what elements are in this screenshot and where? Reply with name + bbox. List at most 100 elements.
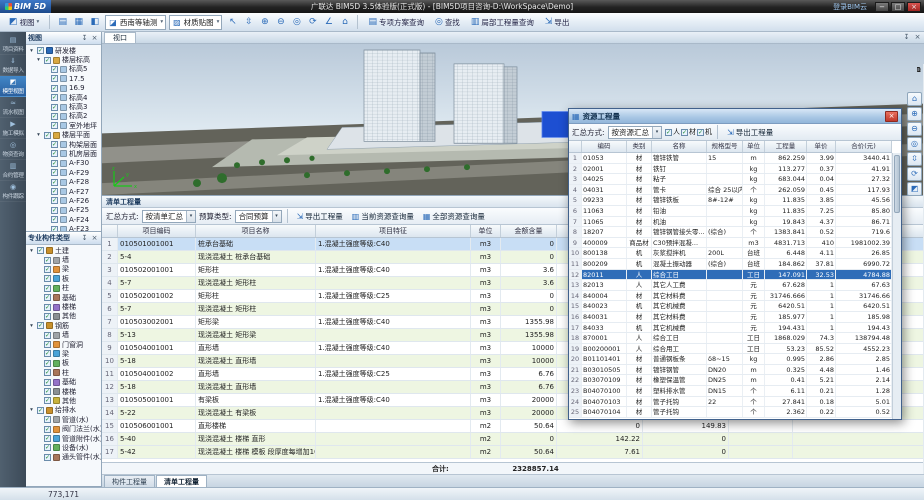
section-box-icon[interactable]: ◧	[87, 15, 102, 30]
resource-column-规格型号[interactable]: 规格型号	[707, 141, 743, 152]
resource-row[interactable]: 711065材机油kg19.8434.3786.71	[569, 217, 892, 228]
minimize-button[interactable]: −	[875, 2, 889, 12]
viewport-pin-icon[interactable]: ↧	[902, 33, 911, 42]
type-leaf-管道附件(水)[interactable]: ✓管道附件(水)	[26, 434, 101, 443]
type-leaf-通头管件(水)[interactable]: ✓通头管件(水)	[26, 453, 101, 462]
tree-leaf-16.9[interactable]: ✓16.9	[26, 84, 101, 93]
summary-mode-select[interactable]: 按清单汇总 ▾	[142, 210, 197, 223]
pan-icon[interactable]: ⇳	[907, 152, 922, 166]
zoom-in-icon[interactable]: ⊕	[907, 107, 922, 121]
resource-row[interactable]: 1784033机其它机械费元194.4311194.43	[569, 323, 892, 334]
resource-column-编码[interactable]: 编码	[582, 141, 627, 152]
checkbox[interactable]: ✓	[37, 47, 44, 54]
checkbox[interactable]: ✓	[51, 75, 58, 82]
tree-leaf-室外地坪[interactable]: ✓室外地坪	[26, 121, 101, 130]
tree-leaf-标高3[interactable]: ✓标高3	[26, 102, 101, 111]
resource-row[interactable]: 818207材镀锌钢管接头零...(综合)个1383.8410.52719.6	[569, 227, 892, 238]
checkbox[interactable]: ✓	[44, 416, 51, 423]
checkbox[interactable]: ✓	[44, 397, 51, 404]
resource-summary-select[interactable]: 按资源汇总 ▾	[608, 126, 663, 139]
checkbox[interactable]: ✓	[44, 341, 51, 348]
checkbox[interactable]: ✓	[44, 275, 51, 282]
module-tab-项目资料[interactable]: ▤项目资料	[0, 34, 26, 55]
checkbox[interactable]: ✓	[51, 85, 58, 92]
tree-leaf-标高4[interactable]: ✓标高4	[26, 93, 101, 102]
tree-leaf-A-F23[interactable]: ✓A-F23	[26, 224, 101, 231]
resource-row[interactable]: 16840031材其它材料费元185.9771185.98	[569, 312, 892, 323]
checkbox[interactable]: ✓	[51, 197, 58, 204]
collapse-icon[interactable]: ▾	[28, 407, 35, 413]
close-icon[interactable]: ×	[90, 34, 99, 43]
special-scheme-query-button[interactable]: ▤专项方案查询	[363, 15, 429, 30]
close-button[interactable]: ×	[907, 2, 921, 12]
collapse-icon[interactable]: ▾	[35, 132, 42, 138]
home-view-icon[interactable]: ⌂	[337, 15, 352, 30]
type-leaf-其他[interactable]: ✓其他	[26, 312, 101, 321]
checkbox[interactable]: ✓	[44, 304, 51, 311]
tab-构件工程量[interactable]: 构件工程量	[104, 475, 155, 487]
module-tab-模型视图[interactable]: ◩模型视图	[0, 76, 26, 97]
resource-column-类别[interactable]: 类别	[627, 141, 652, 152]
resource-row[interactable]: 304025材粘子kg683.0440.0427.32	[569, 174, 892, 185]
resource-column-单位[interactable]: 单位	[743, 141, 765, 152]
pin-icon[interactable]: ↧	[80, 34, 89, 43]
resource-column-名称[interactable]: 名称	[652, 141, 707, 152]
type-leaf-梁[interactable]: ✓梁	[26, 265, 101, 274]
module-tab-合约管理[interactable]: ▥合约管理	[0, 160, 26, 181]
resource-row[interactable]: 21B03010505材镀锌钢管DN20m0.3254.481.46	[569, 365, 892, 376]
checkbox[interactable]: ✓	[697, 129, 704, 136]
tree-leaf-17.5[interactable]: ✓17.5	[26, 74, 101, 83]
tree-leaf-A-F27[interactable]: ✓A-F27	[26, 187, 101, 196]
module-tab-物资查询[interactable]: ◎物资查询	[0, 139, 26, 160]
type-leaf-楼梯[interactable]: ✓楼梯	[26, 387, 101, 396]
orbit-icon[interactable]: ⟳	[305, 15, 320, 30]
filter-机[interactable]: ✓机	[697, 127, 712, 137]
view-angle-dropdown[interactable]: ◪ 西南等轴测 ▾	[105, 15, 166, 30]
type-leaf-基础[interactable]: ✓基础	[26, 293, 101, 302]
checkbox[interactable]: ✓	[51, 226, 58, 231]
checkbox[interactable]: ✓	[37, 407, 44, 414]
resource-column-工程量[interactable]: 工程量	[765, 141, 807, 152]
export-button[interactable]: ⇲导出	[540, 15, 575, 30]
type-leaf-管道(水)[interactable]: ✓管道(水)	[26, 415, 101, 424]
tree-leaf-标高2[interactable]: ✓标高2	[26, 112, 101, 121]
resource-row[interactable]: 14840004材其它材料费元31746.666131746.66	[569, 291, 892, 302]
close-icon[interactable]: ×	[90, 234, 99, 243]
type-leaf-柱[interactable]: ✓柱	[26, 284, 101, 293]
type-leaf-楼梯[interactable]: ✓楼梯	[26, 302, 101, 311]
type-leaf-设备(水)[interactable]: ✓设备(水)	[26, 443, 101, 452]
checkbox[interactable]: ✓	[51, 66, 58, 73]
checkbox[interactable]: ✓	[44, 369, 51, 376]
type-group-土建[interactable]: ▾✓土建	[26, 246, 101, 255]
checkbox[interactable]: ✓	[44, 257, 51, 264]
checkbox[interactable]: ✓	[44, 379, 51, 386]
checkbox[interactable]: ✓	[44, 388, 51, 395]
scrollbar-thumb[interactable]	[894, 155, 900, 213]
resource-row[interactable]: 509233材镀锌铁板8#-12#kg11.8353.8545.56	[569, 195, 892, 206]
checkbox[interactable]: ✓	[44, 294, 51, 301]
resource-column-单价[interactable]: 单价	[807, 141, 836, 152]
checkbox[interactable]: ✓	[44, 426, 51, 433]
resource-row[interactable]: 20B01101401材普通钢板条δ8~15kg0.9952.862.85	[569, 354, 892, 365]
select-icon[interactable]: ↖	[225, 15, 240, 30]
local-quantity-query-button[interactable]: ▥局部工程量查询	[466, 15, 539, 30]
tree-leaf-A-F25[interactable]: ✓A-F25	[26, 206, 101, 215]
orbit-icon[interactable]: ⟳	[907, 167, 922, 181]
checkbox[interactable]: ✓	[51, 169, 58, 176]
checkbox[interactable]: ✓	[44, 360, 51, 367]
resource-row[interactable]: 25B04070104材管子托钩个2.3620.220.52	[569, 407, 892, 418]
checkbox[interactable]: ✓	[44, 332, 51, 339]
collapse-icon[interactable]: ▾	[28, 248, 35, 254]
checkbox[interactable]: ✓	[665, 129, 672, 136]
checkbox[interactable]: ✓	[44, 454, 51, 461]
pan-icon[interactable]: ⇳	[241, 15, 256, 30]
find-button[interactable]: ◎查找	[430, 15, 465, 30]
maximize-button[interactable]: □	[891, 2, 905, 12]
checkbox[interactable]: ✓	[51, 141, 58, 148]
type-group-给排水[interactable]: ▾✓给排水	[26, 406, 101, 415]
type-leaf-门窗洞[interactable]: ✓门窗洞	[26, 340, 101, 349]
collapse-icon[interactable]: ▾	[35, 57, 42, 63]
quantity-row[interactable]: 175-42现浇混凝土 楼梯 模板 段厚度每增加10mmm2150.647.61…	[102, 446, 924, 459]
checkbox[interactable]: ✓	[51, 207, 58, 214]
zoom-out-icon[interactable]: ⊖	[273, 15, 288, 30]
